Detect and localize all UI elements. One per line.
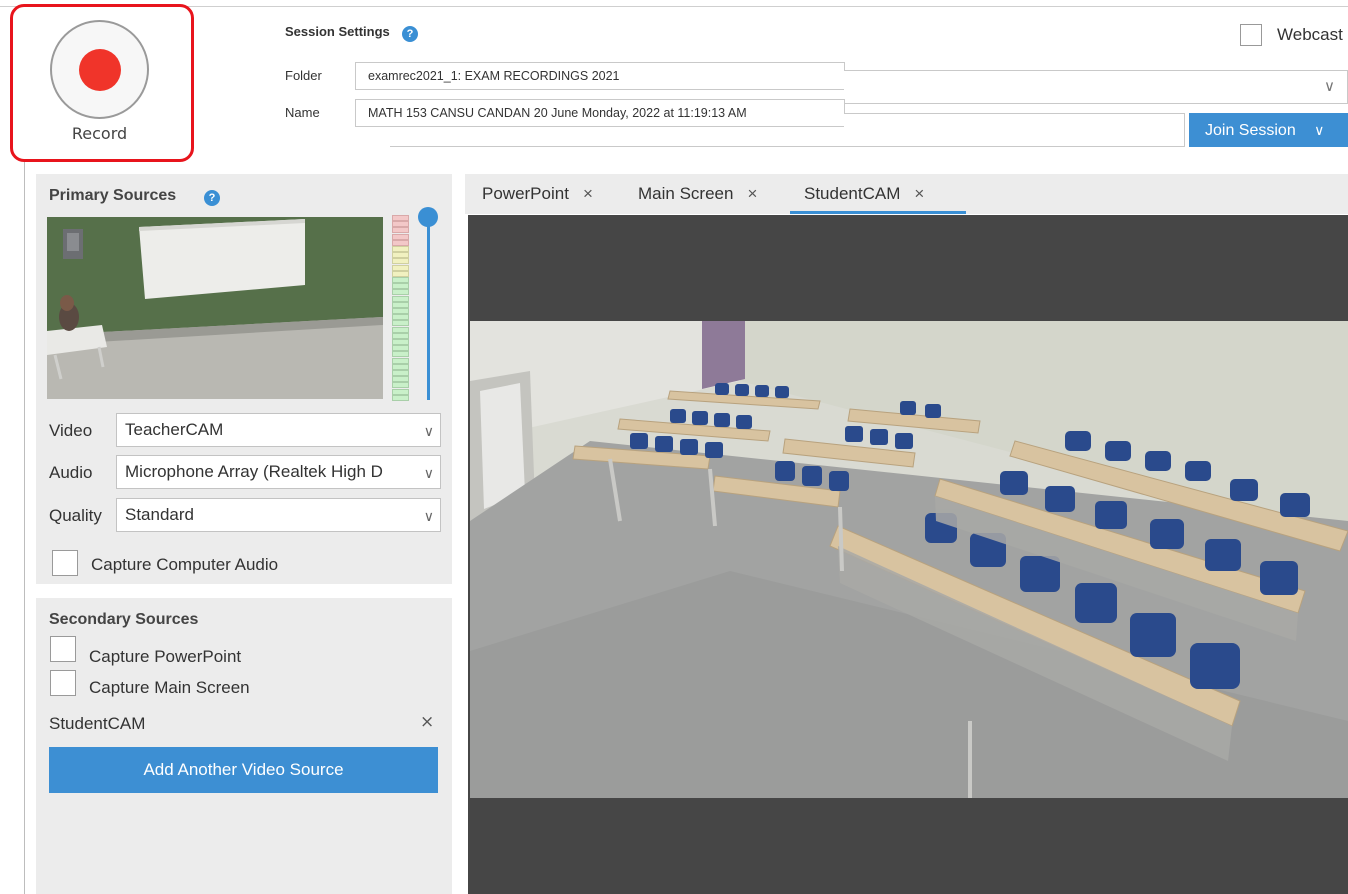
chevron-down-icon: ∨ [423,423,434,439]
close-icon[interactable]: × [583,184,593,203]
volume-slider-track[interactable] [427,222,430,400]
folder-select[interactable]: examrec2021_1: EXAM RECORDINGS 2021 [355,62,845,90]
chevron-down-icon: ∨ [423,508,434,524]
audio-level-segment [392,258,409,265]
capture-main-screen-label: Capture Main Screen [89,678,250,697]
tab-studentcam[interactable]: StudentCAM × [804,184,924,204]
tab-label: PowerPoint [482,184,569,203]
audio-level-segment [392,264,409,271]
record-button[interactable] [50,20,149,119]
top-divider [0,6,1348,7]
audio-level-segment [392,351,409,358]
folder-label: Folder [285,68,322,83]
audio-level-segment [392,252,409,259]
audio-level-segment [392,295,409,302]
webcast-checkbox[interactable] [1240,24,1262,46]
tab-label: Main Screen [638,184,734,203]
session-name-field-ext[interactable] [844,113,1185,147]
video-source-select[interactable]: TeacherCAM ∨ [116,413,441,447]
secondary-sources-panel [36,598,452,894]
audio-level-meter [392,215,410,401]
audio-level-segment [392,370,409,376]
audio-level-segment [392,221,409,228]
add-video-source-button[interactable]: Add Another Video Source [49,747,438,793]
close-icon[interactable]: × [914,184,924,203]
audio-level-segment [392,345,409,352]
audio-level-segment [392,388,409,395]
audio-level-segment [392,227,409,234]
audio-level-segment [392,394,409,401]
capture-main-screen-checkbox[interactable] [50,670,76,696]
tab-main-screen[interactable]: Main Screen × [638,184,757,204]
primary-sources-title: Primary Sources [49,187,177,204]
volume-slider-handle[interactable] [418,207,438,227]
audio-level-segment [392,233,409,240]
quality-select[interactable]: Standard ∨ [116,498,441,532]
audio-level-segment [392,382,409,389]
join-session-label: Join Session [1205,122,1296,139]
audio-label: Audio [49,463,93,482]
capture-computer-audio-label: Capture Computer Audio [91,555,279,574]
session-name-field[interactable]: MATH 153 CANSU CANDAN 20 June Monday, 20… [355,99,845,127]
audio-level-segment [392,308,409,314]
chevron-down-icon[interactable]: ∨ [1314,122,1324,138]
audio-level-segment [392,239,409,246]
close-icon[interactable]: × [747,184,757,203]
audio-level-segment [392,277,409,283]
audio-level-segment [392,332,409,339]
quality-value: Standard [125,505,194,524]
audio-level-segment [392,357,409,364]
audio-level-segment [392,326,409,333]
name-label: Name [285,105,320,120]
audio-source-value: Microphone Array (Realtek High D [125,462,383,481]
quality-label: Quality [49,506,102,525]
studentcam-source-label: StudentCAM [49,714,146,733]
webcast-label: Webcast [1277,25,1343,44]
session-name-field-lower [390,127,846,147]
video-source-value: TeacherCAM [125,420,224,439]
audio-source-select[interactable]: Microphone Array (Realtek High D ∨ [116,455,441,489]
audio-level-segment [392,246,409,252]
secondary-sources-title: Secondary Sources [49,611,199,628]
capture-computer-audio-checkbox[interactable] [52,550,78,576]
audio-level-segment [392,289,409,296]
studentcam-video-feed [470,321,1348,798]
audio-level-segment [392,363,409,370]
session-settings-title: Session Settings [285,24,390,39]
record-label: Record [71,124,128,143]
close-icon[interactable]: × [420,712,434,732]
tab-powerpoint[interactable]: PowerPoint × [482,184,593,204]
video-label: Video [49,421,93,440]
join-session-button[interactable]: Join Session ∨ [1189,113,1348,147]
capture-powerpoint-label: Capture PowerPoint [89,647,242,666]
audio-level-segment [392,215,409,221]
active-tab-indicator [790,211,966,214]
teachercam-preview [47,217,383,399]
audio-level-segment [392,339,409,345]
audio-level-segment [392,320,409,327]
help-icon[interactable]: ? [204,190,220,206]
chevron-down-icon: ∨ [421,457,434,488]
source-tabbar: PowerPoint × Main Screen × StudentCAM × [465,174,1348,214]
audio-level-segment [392,376,409,383]
folder-dropdown[interactable]: ∨ [844,70,1348,104]
record-icon [79,49,121,91]
audio-level-segment [392,314,409,321]
capture-powerpoint-checkbox[interactable] [50,636,76,662]
audio-level-segment [392,270,409,277]
tab-label: StudentCAM [804,184,901,203]
help-icon[interactable]: ? [402,26,418,42]
audio-level-segment [392,301,409,308]
chevron-down-icon: ∨ [1324,77,1335,95]
audio-level-segment [392,283,409,290]
